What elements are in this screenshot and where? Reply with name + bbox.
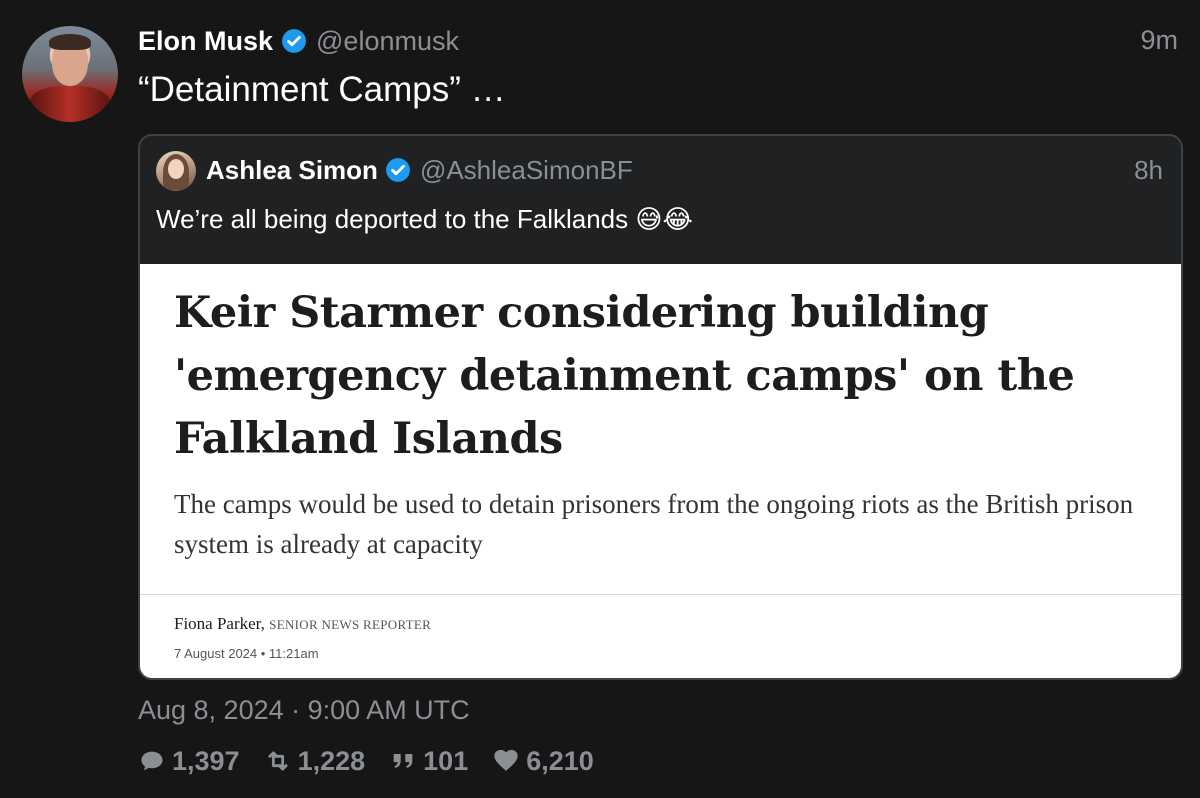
article-divider — [140, 594, 1181, 595]
quote-count: 101 — [423, 745, 469, 776]
tweet-time[interactable]: 9m — [1140, 25, 1178, 56]
article-date: 7 August 2024 • 11:21am — [174, 646, 319, 661]
quote-header: Ashlea Simon @AshleaSimonBF — [206, 153, 633, 187]
article-byline: Fiona Parker, SENIOR NEWS REPORTER — [174, 614, 431, 634]
reply-stat[interactable]: 1,397 — [138, 746, 240, 777]
quoted-tweet[interactable]: Ashlea Simon @AshleaSimonBF 8h We’re all… — [138, 134, 1183, 680]
tweet-timestamp[interactable]: Aug 8, 2024 · 9:00 AM UTC — [138, 695, 470, 726]
reply-icon — [141, 751, 163, 771]
author-handle[interactable]: @elonmusk — [316, 26, 459, 57]
quote-time[interactable]: 8h — [1134, 155, 1163, 186]
quote-stat[interactable]: 101 — [389, 746, 468, 777]
quote-author-name[interactable]: Ashlea Simon — [206, 155, 378, 186]
article-screenshot[interactable]: Keir Starmer considering building 'emerg… — [140, 264, 1181, 678]
quote-emojis: 😅😂 — [635, 205, 693, 235]
avatar-suit — [30, 86, 110, 122]
retweet-icon — [268, 751, 288, 771]
quote-author-avatar[interactable] — [156, 151, 196, 191]
quote-icon — [393, 754, 413, 768]
quote-avatar-face — [168, 159, 184, 179]
article-subhead: The camps would be used to detain prison… — [174, 489, 1134, 559]
verified-badge-icon — [386, 158, 410, 182]
quote-author-handle[interactable]: @AshleaSimonBF — [420, 155, 633, 186]
article-author-role: SENIOR NEWS REPORTER — [269, 617, 432, 632]
like-stat[interactable]: 6,210 — [492, 746, 594, 777]
like-count: 6,210 — [526, 745, 594, 776]
article-author: Fiona Parker, — [174, 614, 265, 633]
heart-icon — [494, 749, 518, 771]
author-name[interactable]: Elon Musk — [138, 26, 273, 57]
author-avatar[interactable] — [22, 26, 118, 122]
reply-count: 1,397 — [172, 745, 240, 776]
article-headline: Keir Starmer considering building 'emerg… — [174, 288, 1075, 464]
retweet-count: 1,228 — [297, 745, 366, 776]
avatar-hair — [49, 34, 91, 50]
tweet-stats: 1,397 1,228 101 6,210 — [138, 745, 618, 777]
tweet-header: Elon Musk @elonmusk — [138, 25, 459, 57]
retweet-stat[interactable]: 1,228 — [264, 745, 366, 777]
verified-badge-icon — [282, 29, 306, 53]
quote-text-body: We’re all being deported to the Falkland… — [156, 204, 629, 234]
quote-text: We’re all being deported to the Falkland… — [156, 204, 693, 235]
tweet-text: “Detainment Camps” … — [138, 70, 506, 109]
